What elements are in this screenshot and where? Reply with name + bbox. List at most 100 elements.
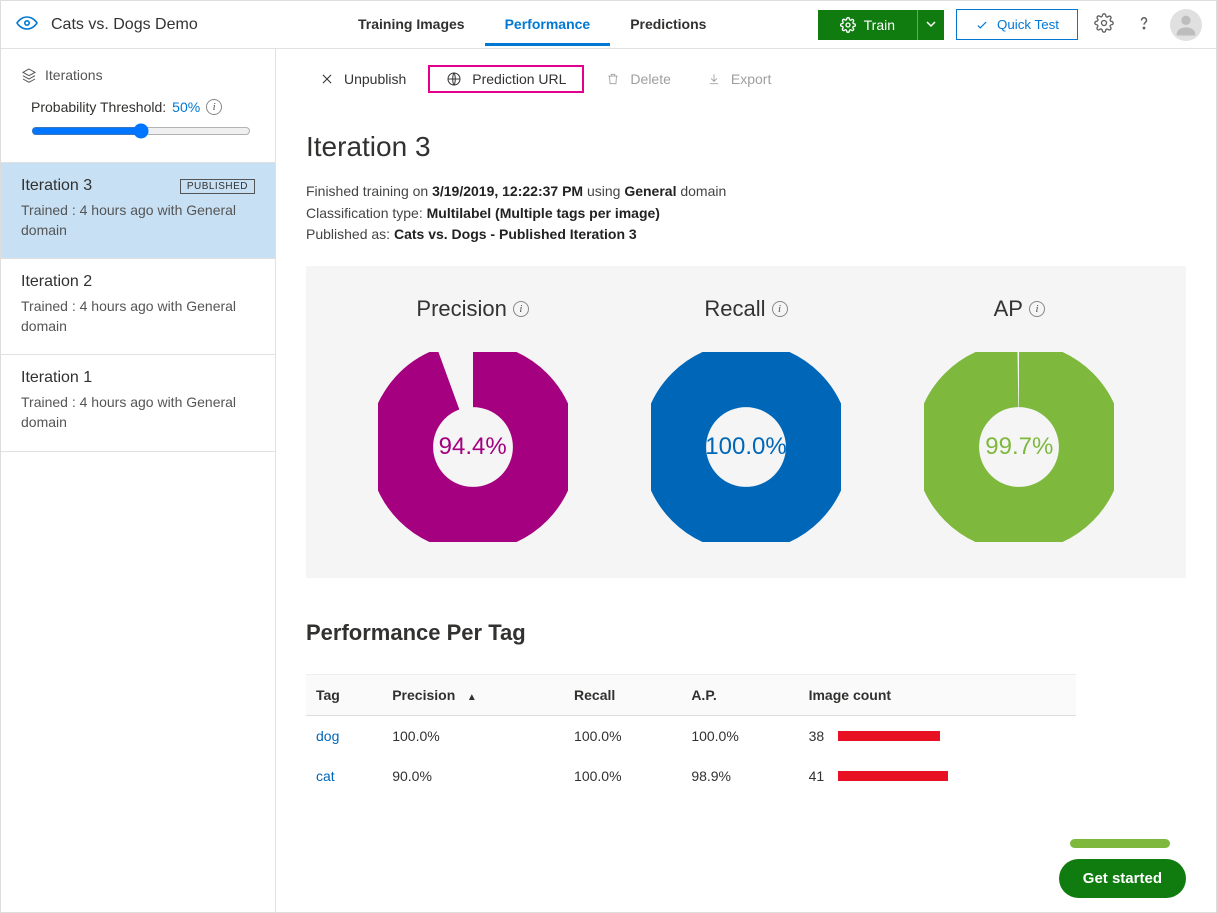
gear-icon: [840, 17, 856, 33]
metric-label: Recall: [704, 296, 765, 322]
col-recall[interactable]: Recall: [564, 675, 681, 716]
unpublish-label: Unpublish: [344, 71, 406, 87]
check-icon: [975, 18, 989, 32]
info-icon[interactable]: i: [513, 301, 529, 317]
iteration-subtitle: Trained : 4 hours ago with General domai…: [21, 393, 255, 432]
precision-metric: Precision i 94.4%: [378, 296, 568, 542]
iteration-subtitle: Trained : 4 hours ago with General domai…: [21, 201, 255, 240]
recall-value: 100.0%: [651, 352, 841, 542]
chevron-down-icon: [926, 19, 936, 29]
main-content: Unpublish Prediction URL Delete Export I…: [276, 49, 1216, 912]
iteration-item-3[interactable]: Iteration 3 PUBLISHED Trained : 4 hours …: [1, 163, 275, 259]
export-button: Export: [693, 65, 785, 93]
iteration-subtitle: Trained : 4 hours ago with General domai…: [21, 297, 255, 336]
threshold-slider[interactable]: [31, 123, 251, 139]
iteration-title: Iteration 1: [21, 369, 92, 387]
train-dropdown-button[interactable]: [917, 10, 944, 40]
meta-published-name: Cats vs. Dogs - Published Iteration 3: [394, 226, 637, 242]
table-row: dog100.0%100.0%100.0%38: [306, 716, 1076, 757]
delete-button: Delete: [592, 65, 684, 93]
user-avatar[interactable]: [1170, 9, 1202, 41]
meta-text: Published as:: [306, 226, 394, 242]
col-tag[interactable]: Tag: [306, 675, 382, 716]
iteration-meta: Finished training on 3/19/2019, 12:22:37…: [306, 181, 1216, 246]
download-icon: [707, 72, 721, 86]
threshold-value: 50%: [172, 99, 200, 115]
col-image-count[interactable]: Image count: [799, 675, 1076, 716]
sidebar: Iterations Probability Threshold: 50% i …: [1, 49, 276, 912]
prediction-url-button[interactable]: Prediction URL: [428, 65, 584, 93]
iteration-item-1[interactable]: Iteration 1 Trained : 4 hours ago with G…: [1, 355, 275, 451]
gear-icon: [1094, 13, 1114, 33]
globe-icon: [446, 71, 462, 87]
layers-icon: [21, 67, 37, 83]
cell-recall: 100.0%: [564, 756, 681, 796]
meta-domain: General: [624, 183, 676, 199]
col-ap[interactable]: A.P.: [681, 675, 798, 716]
info-icon[interactable]: i: [1029, 301, 1045, 317]
recall-metric: Recall i 100.0%: [651, 296, 841, 542]
col-precision[interactable]: Precision ▲: [382, 675, 564, 716]
close-icon: [320, 72, 334, 86]
meta-class-type: Multilabel (Multiple tags per image): [427, 205, 660, 221]
iteration-item-2[interactable]: Iteration 2 Trained : 4 hours ago with G…: [1, 259, 275, 355]
settings-button[interactable]: [1090, 9, 1118, 40]
ap-value: 99.7%: [924, 352, 1114, 542]
quick-test-label: Quick Test: [997, 17, 1059, 32]
train-button[interactable]: Train: [818, 10, 917, 40]
meta-date: 3/19/2019, 12:22:37 PM: [432, 183, 583, 199]
help-icon: [1134, 13, 1154, 33]
info-icon[interactable]: i: [206, 99, 222, 115]
meta-text: using: [583, 183, 624, 199]
precision-donut: 94.4%: [378, 352, 568, 542]
cell-precision: 90.0%: [382, 756, 564, 796]
recall-donut: 100.0%: [651, 352, 841, 542]
meta-text: domain: [676, 183, 726, 199]
iteration-title: Iteration 3: [21, 177, 92, 195]
get-started-button[interactable]: Get started: [1059, 859, 1186, 898]
quick-test-button[interactable]: Quick Test: [956, 9, 1078, 40]
meta-text: Finished training on: [306, 183, 432, 199]
unpublish-button[interactable]: Unpublish: [306, 65, 420, 93]
tab-performance[interactable]: Performance: [485, 3, 611, 46]
tab-predictions[interactable]: Predictions: [610, 3, 726, 46]
count-bar: [838, 731, 940, 741]
per-tag-table: Tag Precision ▲ Recall A.P. Image count …: [306, 674, 1076, 796]
threshold-control: Probability Threshold: 50% i: [1, 89, 275, 162]
tab-training-images[interactable]: Training Images: [338, 3, 485, 46]
main-tabs: Training Images Performance Predictions: [338, 3, 726, 46]
person-icon: [1172, 11, 1200, 39]
meta-text: Classification type:: [306, 205, 427, 221]
ap-metric: AP i 99.7%: [924, 296, 1114, 542]
cell-ap: 98.9%: [681, 756, 798, 796]
prediction-url-label: Prediction URL: [472, 71, 566, 87]
metric-label: Precision: [416, 296, 506, 322]
train-button-label: Train: [864, 17, 895, 33]
cell-recall: 100.0%: [564, 716, 681, 757]
tag-link[interactable]: dog: [316, 728, 339, 744]
progress-indicator: [1070, 839, 1170, 848]
logo-icon: [15, 11, 39, 38]
trash-icon: [606, 72, 620, 86]
metrics-panel: Precision i 94.4% Recall i 100.0% AP i: [306, 266, 1186, 578]
header: Cats vs. Dogs Demo Training Images Perfo…: [1, 1, 1216, 49]
help-button[interactable]: [1130, 9, 1158, 40]
app-title: Cats vs. Dogs Demo: [51, 16, 281, 34]
sort-asc-icon: ▲: [467, 692, 477, 703]
page-title: Iteration 3: [306, 131, 1216, 163]
cell-count: 38: [809, 728, 825, 744]
sidebar-heading-label: Iterations: [45, 67, 103, 83]
metric-label: AP: [994, 296, 1023, 322]
table-row: cat 90.0%100.0%98.9% 41: [306, 756, 1076, 796]
cell-ap: 100.0%: [681, 716, 798, 757]
export-label: Export: [731, 71, 771, 87]
header-actions: Train Quick Test: [818, 9, 1202, 41]
threshold-label: Probability Threshold:: [31, 99, 166, 115]
per-tag-title: Performance Per Tag: [306, 620, 1216, 646]
iteration-toolbar: Unpublish Prediction URL Delete Export: [276, 49, 1216, 107]
cell-count: 41: [809, 768, 825, 784]
published-badge: PUBLISHED: [180, 179, 255, 194]
info-icon[interactable]: i: [772, 301, 788, 317]
tag-link[interactable]: cat: [316, 768, 335, 784]
precision-value: 94.4%: [378, 352, 568, 542]
